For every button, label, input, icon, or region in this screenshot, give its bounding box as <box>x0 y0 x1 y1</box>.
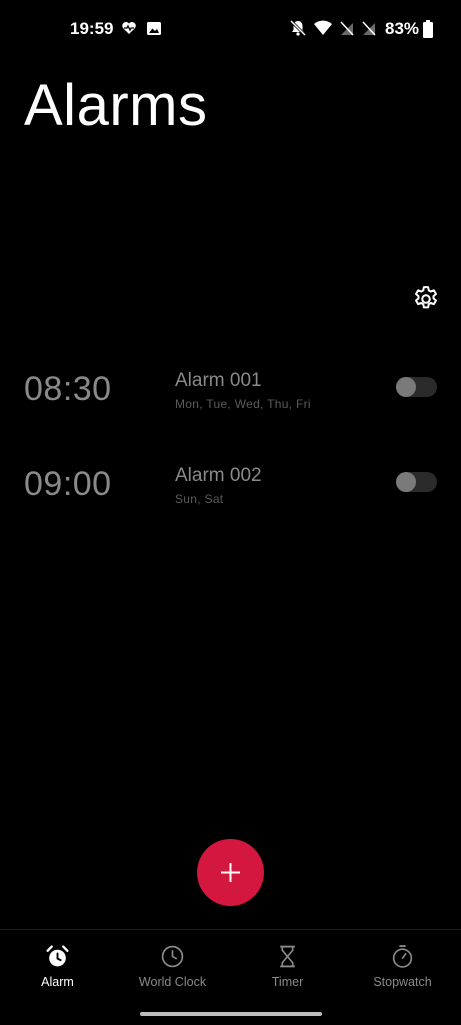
alarm-label: Alarm 002 <box>175 465 262 486</box>
settings-button[interactable] <box>411 284 441 314</box>
battery-percentage: 83% <box>385 19 420 38</box>
stopwatch-icon <box>390 944 415 969</box>
alarm-toggle[interactable] <box>396 472 437 492</box>
no-sim-icon <box>361 19 379 39</box>
toggle-knob <box>396 472 416 492</box>
alarm-repeat-days: Sun, Sat <box>175 492 224 506</box>
nav-label: World Clock <box>138 975 207 989</box>
plus-icon <box>221 863 240 882</box>
home-indicator[interactable] <box>140 1012 322 1016</box>
status-bar: 19:59 83% <box>0 0 461 60</box>
nav-tab-stopwatch[interactable]: Stopwatch <box>345 930 460 1000</box>
battery-icon <box>422 19 434 39</box>
nav-label: Alarm <box>41 975 74 989</box>
bottom-navigation: Alarm World Clock Timer Stopwatch <box>0 929 461 1025</box>
page-title: Alarms <box>24 73 208 138</box>
clock-icon <box>160 944 185 969</box>
alarm-row[interactable]: 09:00 Alarm 002 Sun, Sat <box>0 451 461 531</box>
alarm-toggle[interactable] <box>396 377 437 397</box>
alarm-row[interactable]: 08:30 Alarm 001 Mon, Tue, Wed, Thu, Fri <box>0 356 461 436</box>
nav-tab-world-clock[interactable]: World Clock <box>115 930 230 1000</box>
add-alarm-button[interactable] <box>197 839 264 906</box>
toggle-knob <box>396 377 416 397</box>
alarm-repeat-days: Mon, Tue, Wed, Thu, Fri <box>175 397 311 411</box>
no-sim-icon <box>339 19 357 39</box>
image-icon <box>146 19 164 39</box>
alarm-time: 09:00 <box>24 465 112 503</box>
wifi-icon <box>313 19 333 39</box>
nav-tab-alarm[interactable]: Alarm <box>0 930 115 1000</box>
gear-icon <box>415 286 437 309</box>
alarm-label: Alarm 001 <box>175 370 262 391</box>
nav-label: Stopwatch <box>373 975 432 989</box>
hourglass-icon <box>275 944 300 969</box>
nav-tab-timer[interactable]: Timer <box>230 930 345 1000</box>
heart-pulse-icon <box>121 19 139 39</box>
alarm-clock-icon <box>45 944 70 969</box>
bell-off-icon <box>289 19 307 39</box>
status-time: 19:59 <box>70 19 114 38</box>
alarm-time: 08:30 <box>24 370 112 408</box>
nav-label: Timer <box>271 975 304 989</box>
